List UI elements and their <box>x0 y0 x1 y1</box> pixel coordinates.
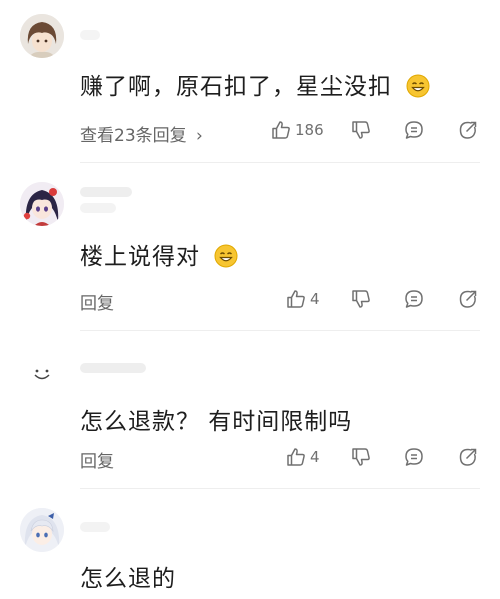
like-count: 186 <box>295 121 324 139</box>
like-button[interactable]: 186 <box>270 119 324 141</box>
smile-face-avatar-icon <box>20 349 64 393</box>
like-button[interactable]: 4 <box>285 446 320 468</box>
comment-text-label: 赚了啊，原石扣了，星尘没扣 <box>80 74 392 100</box>
thumbs-down-icon <box>352 121 370 139</box>
reply-button[interactable]: 回复 <box>80 289 114 314</box>
like-count: 4 <box>310 448 320 466</box>
comment-button[interactable] <box>403 119 425 141</box>
thumbs-down-icon <box>352 290 370 308</box>
like-count: 4 <box>310 290 320 308</box>
share-icon <box>459 448 477 466</box>
username-blurred <box>80 30 100 40</box>
avatar[interactable] <box>20 349 64 393</box>
smile-emoji-icon <box>214 244 238 276</box>
dislike-button[interactable] <box>350 119 372 141</box>
comment-text-label: 怎么退的 <box>80 566 176 592</box>
share-button[interactable] <box>457 446 479 468</box>
divider <box>80 330 480 331</box>
like-button[interactable]: 4 <box>285 288 320 310</box>
comment-text: 赚了啊，原石扣了，星尘没扣 <box>80 72 430 106</box>
share-icon <box>459 121 477 139</box>
view-replies-link[interactable]: 查看23条回复 › <box>80 121 203 146</box>
thumbs-up-icon <box>287 448 305 466</box>
comment-button[interactable] <box>403 288 425 310</box>
comment-text: 怎么退的 <box>80 564 176 594</box>
user-meta-blurred <box>80 203 116 213</box>
comment-button[interactable] <box>403 446 425 468</box>
reply-button[interactable]: 回复 <box>80 447 114 472</box>
comment-1: 赚了啊，原石扣了，星尘没扣 查看23条回复 › 186 <box>0 0 500 165</box>
comment-icon <box>405 121 423 139</box>
comment-text: 怎么退款？ 有时间限制吗 <box>80 407 352 437</box>
anime-girl-avatar-icon <box>20 182 64 226</box>
thumbs-up-icon <box>272 121 290 139</box>
avatar[interactable] <box>20 182 64 226</box>
chevron-right-icon: › <box>196 126 203 146</box>
reply-label: 回复 <box>80 294 114 314</box>
anime-boy-avatar-icon <box>20 14 64 58</box>
avatar[interactable] <box>20 508 64 552</box>
comment-icon <box>405 290 423 308</box>
share-button[interactable] <box>457 119 479 141</box>
username-blurred <box>80 363 146 373</box>
comment-2: 楼上说得对 回复 4 <box>0 165 500 333</box>
view-replies-label: 查看23条回复 <box>80 126 187 146</box>
dislike-button[interactable] <box>350 446 372 468</box>
thumbs-up-icon <box>287 290 305 308</box>
thumbs-down-icon <box>352 448 370 466</box>
smile-emoji-icon <box>406 74 430 106</box>
white-hair-girl-avatar-icon <box>20 508 64 552</box>
comment-3: 怎么退款？ 有时间限制吗 回复 4 <box>0 333 500 490</box>
divider <box>80 162 480 163</box>
comment-4: 怎么退的 <box>0 490 500 599</box>
avatar[interactable] <box>20 14 64 58</box>
username-blurred <box>80 522 110 532</box>
divider <box>80 488 480 489</box>
comment-icon <box>405 448 423 466</box>
comment-text: 楼上说得对 <box>80 242 238 276</box>
comment-text-label: 楼上说得对 <box>80 244 200 270</box>
comment-text-label: 怎么退款？ 有时间限制吗 <box>80 409 353 435</box>
share-button[interactable] <box>457 288 479 310</box>
username-blurred <box>80 187 132 197</box>
dislike-button[interactable] <box>350 288 372 310</box>
reply-label: 回复 <box>80 452 114 472</box>
share-icon <box>459 290 477 308</box>
